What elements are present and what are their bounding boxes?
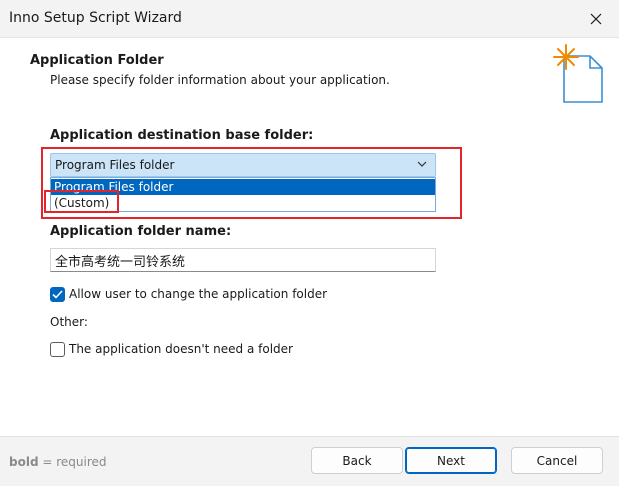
folder-name-label: Application folder name: [50,224,232,239]
allow-change-checkbox[interactable] [50,286,65,302]
base-folder-label: Application destination base folder: [50,128,314,143]
no-folder-checkbox[interactable] [50,341,65,357]
folder-name-input[interactable] [50,248,436,272]
required-legend: bold = required [9,455,107,469]
required-legend-bold: bold [9,455,39,469]
page-subtitle: Please specify folder information about … [50,73,390,87]
close-icon [590,13,602,25]
allow-change-label: Allow user to change the application fol… [69,287,328,301]
page-header: Application Folder Please specify folder… [0,38,619,108]
next-button[interactable]: Next [405,447,497,474]
close-button[interactable] [573,0,619,38]
other-label: Other: [50,315,88,329]
page-title: Application Folder [30,53,164,68]
title-bar: Inno Setup Script Wizard [0,0,619,38]
allow-change-checkbox-row[interactable]: Allow user to change the application fol… [50,285,327,303]
no-folder-label: The application doesn't need a folder [69,342,293,356]
annotation-highlight-custom-option [44,190,119,213]
wizard-sparkle-document-icon [553,44,603,103]
window-title: Inno Setup Script Wizard [9,10,182,26]
no-folder-checkbox-row[interactable]: The application doesn't need a folder [50,340,293,358]
cancel-button[interactable]: Cancel [511,447,603,474]
back-button[interactable]: Back [311,447,403,474]
footer-bar: bold = required Back Next Cancel [0,436,619,486]
required-legend-rest: = required [38,455,107,469]
checkmark-icon [52,289,63,299]
